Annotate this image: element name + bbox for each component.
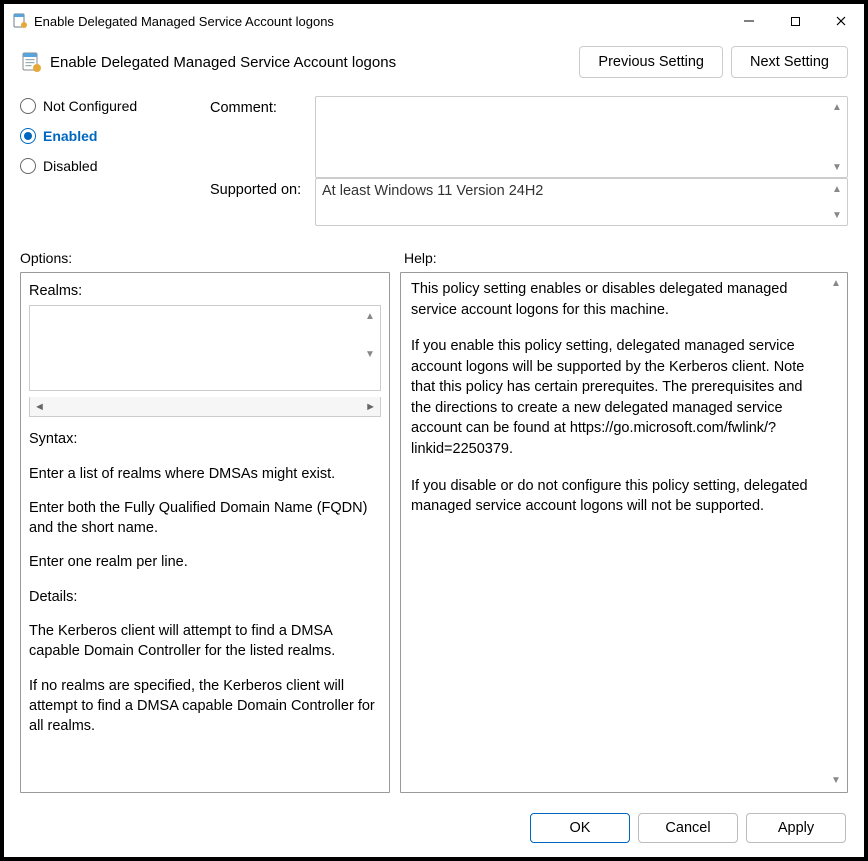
supported-on-textarea[interactable]: At least Windows 11 Version 24H2 ▲ ▼: [315, 178, 848, 226]
scroll-down-icon[interactable]: ▼: [829, 159, 845, 175]
apply-button[interactable]: Apply: [746, 813, 846, 843]
policy-title: Enable Delegated Managed Service Account…: [50, 54, 571, 71]
scroll-up-icon[interactable]: ▲: [829, 181, 845, 197]
help-paragraph: If you enable this policy setting, deleg…: [411, 336, 825, 459]
policy-icon: [20, 51, 42, 73]
header: Enable Delegated Managed Service Account…: [4, 38, 864, 86]
radio-enabled[interactable]: Enabled: [20, 128, 200, 144]
syntax-label: Syntax:: [29, 429, 381, 449]
radio-label: Enabled: [43, 128, 97, 144]
comment-textarea[interactable]: ▲ ▼: [315, 96, 848, 178]
app-icon: [12, 13, 28, 29]
radio-label: Not Configured: [43, 98, 137, 114]
radio-label: Disabled: [43, 158, 97, 174]
details-line: If no realms are specified, the Kerberos…: [29, 676, 381, 737]
window-buttons: [726, 4, 864, 38]
close-button[interactable]: [818, 4, 864, 38]
radio-icon: [20, 128, 36, 144]
options-panel: Realms: ▲ ▼ ◄ ► Syntax: Enter a list of …: [20, 272, 390, 793]
help-panel: ▲ This policy setting enables or disable…: [400, 272, 848, 793]
scroll-up-icon[interactable]: ▲: [829, 99, 845, 115]
scroll-down-icon[interactable]: ▼: [362, 346, 378, 362]
titlebar: Enable Delegated Managed Service Account…: [4, 4, 864, 38]
maximize-button[interactable]: [772, 4, 818, 38]
realms-label: Realms:: [29, 281, 381, 301]
syntax-line: Enter both the Fully Qualified Domain Na…: [29, 498, 381, 539]
syntax-line: Enter a list of realms where DMSAs might…: [29, 464, 381, 484]
syntax-line: Enter one realm per line.: [29, 552, 381, 572]
cancel-button[interactable]: Cancel: [638, 813, 738, 843]
window-title: Enable Delegated Managed Service Account…: [34, 14, 726, 29]
scroll-up-icon[interactable]: ▲: [362, 308, 378, 324]
dialog-window: Enable Delegated Managed Service Account…: [0, 0, 868, 861]
minimize-button[interactable]: [726, 4, 772, 38]
comment-label: Comment:: [210, 96, 305, 178]
realms-listbox[interactable]: ▲ ▼: [29, 305, 381, 391]
help-paragraph: This policy setting enables or disables …: [411, 279, 825, 320]
next-setting-button[interactable]: Next Setting: [731, 46, 848, 78]
realms-hscrollbar[interactable]: ◄ ►: [29, 397, 381, 417]
help-paragraph: If you disable or do not configure this …: [411, 476, 825, 517]
dialog-footer: OK Cancel Apply: [4, 805, 864, 857]
details-line: The Kerberos client will attempt to find…: [29, 621, 381, 662]
scroll-left-icon[interactable]: ◄: [34, 401, 45, 413]
help-section-label: Help:: [404, 250, 437, 266]
scroll-down-icon[interactable]: ▼: [829, 207, 845, 223]
radio-disabled[interactable]: Disabled: [20, 158, 200, 174]
radio-not-configured[interactable]: Not Configured: [20, 98, 200, 114]
state-radiogroup: Not Configured Enabled Disabled: [20, 96, 200, 226]
details-label: Details:: [29, 587, 381, 607]
supported-on-label: Supported on:: [210, 178, 305, 226]
options-content: Realms: ▲ ▼ ◄ ► Syntax: Enter a list of …: [29, 281, 381, 737]
scroll-down-icon[interactable]: ▼: [828, 773, 844, 789]
scroll-up-icon[interactable]: ▲: [828, 276, 844, 292]
config-grid: Not Configured Enabled Disabled Comment:…: [4, 86, 864, 232]
previous-setting-button[interactable]: Previous Setting: [579, 46, 723, 78]
section-labels: Options: Help:: [4, 232, 864, 272]
options-section-label: Options:: [20, 250, 390, 266]
panels: Realms: ▲ ▼ ◄ ► Syntax: Enter a list of …: [4, 272, 864, 805]
scroll-right-icon[interactable]: ►: [365, 401, 376, 413]
radio-icon: [20, 98, 36, 114]
radio-icon: [20, 158, 36, 174]
ok-button[interactable]: OK: [530, 813, 630, 843]
supported-on-value: At least Windows 11 Version 24H2: [322, 183, 543, 199]
